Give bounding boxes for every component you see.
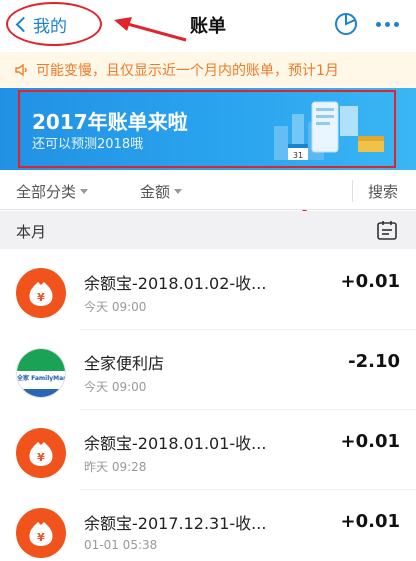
calendar-icon[interactable] bbox=[376, 219, 398, 241]
transaction-time: 01-01 05:38 bbox=[84, 538, 158, 552]
dot-icon bbox=[394, 22, 399, 27]
dot-icon bbox=[385, 22, 390, 27]
transaction-row[interactable]: 全家 FamilyMart 全家便利店 今天 09:00 -2.10 bbox=[0, 330, 416, 410]
svg-text:¥: ¥ bbox=[37, 451, 45, 464]
transaction-row[interactable]: ¥ 余额宝-2018.01.01-收... 昨天 09:28 +0.01 bbox=[0, 410, 416, 490]
more-button[interactable] bbox=[376, 22, 399, 27]
transaction-name: 余额宝-2018.01.01-收... bbox=[84, 434, 267, 453]
transaction-time: 今天 09:00 bbox=[84, 380, 147, 394]
transaction-time: 昨天 09:28 bbox=[84, 460, 147, 474]
divider bbox=[352, 180, 353, 202]
transaction-row[interactable]: ¥ 余额宝-2017.12.31-收... 01-01 05:38 +0.01 bbox=[0, 490, 416, 561]
transaction-name: 全家便利店 bbox=[84, 354, 165, 373]
dot-icon bbox=[376, 22, 381, 27]
transaction-time: 今天 09:00 bbox=[84, 300, 147, 314]
transaction-name: 余额宝-2017.12.31-收... bbox=[84, 514, 267, 533]
svg-text:¥: ¥ bbox=[37, 531, 45, 544]
notice-bar[interactable]: 可能变慢，且仅显示近一个月内的账单，预计1月 bbox=[0, 52, 416, 87]
amount-filter[interactable]: 金额 bbox=[140, 181, 183, 202]
yuebao-icon: ¥ bbox=[16, 508, 66, 558]
familymart-logo-text: 全家 FamilyMart bbox=[17, 375, 66, 382]
transaction-amount: +0.01 bbox=[340, 511, 401, 532]
transaction-row[interactable]: ¥ 余额宝-2018.01.02-收... 今天 09:00 +0.01 bbox=[0, 250, 416, 330]
familymart-logo: 全家 FamilyMart bbox=[16, 348, 66, 398]
caret-down-icon bbox=[174, 189, 183, 194]
annotation-ellipse bbox=[6, 2, 102, 46]
search-button[interactable]: 搜索 bbox=[368, 181, 398, 202]
annotation-box bbox=[18, 90, 396, 168]
speaker-icon bbox=[15, 63, 27, 76]
caret-down-icon bbox=[80, 189, 89, 194]
transaction-amount: +0.01 bbox=[340, 271, 401, 292]
category-filter[interactable]: 全部分类 bbox=[16, 181, 89, 202]
notice-text: 可能变慢，且仅显示近一个月内的账单，预计1月 bbox=[36, 62, 339, 79]
svg-text:¥: ¥ bbox=[37, 291, 45, 304]
filter-bar: 全部分类 金额 搜索 bbox=[0, 172, 416, 210]
annotation-arrow-icon bbox=[114, 17, 187, 42]
transaction-amount: +0.01 bbox=[340, 431, 401, 452]
yuebao-icon: ¥ bbox=[16, 268, 66, 318]
month-label: 本月 bbox=[16, 223, 47, 241]
yuebao-icon: ¥ bbox=[16, 428, 66, 478]
transaction-amount: -2.10 bbox=[348, 351, 400, 372]
transaction-name: 余额宝-2018.01.02-收... bbox=[84, 274, 267, 293]
month-header: 本月 bbox=[0, 211, 416, 249]
amount-filter-label: 金额 bbox=[140, 183, 171, 201]
pie-chart-icon[interactable] bbox=[333, 11, 359, 37]
category-filter-label: 全部分类 bbox=[16, 183, 77, 201]
